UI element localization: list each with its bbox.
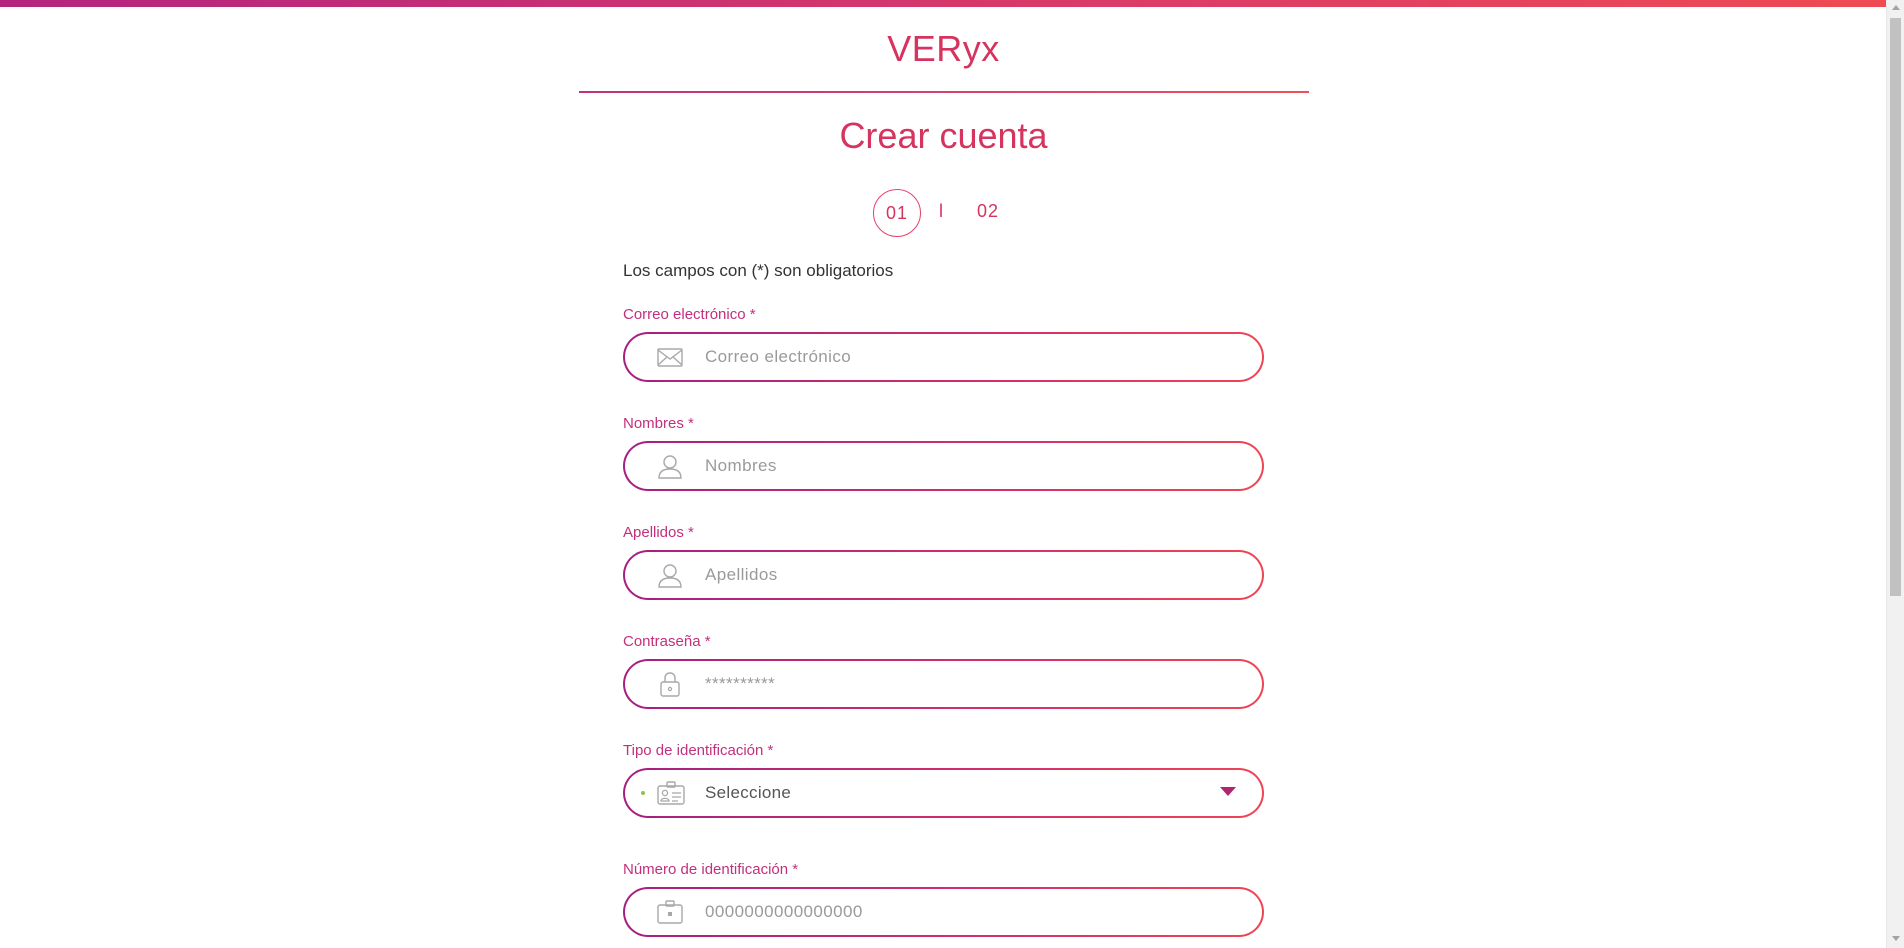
email-field[interactable]: [623, 332, 1264, 382]
first-name-input[interactable]: [705, 443, 1242, 489]
page-title: Crear cuenta: [839, 115, 1048, 156]
scroll-down-arrow-icon[interactable]: [1887, 931, 1904, 948]
id-badge-icon: [656, 898, 684, 926]
id-type-label: Tipo de identificación *: [623, 742, 774, 759]
id-number-label: Número de identificación *: [623, 861, 799, 878]
step-indicator: 01 l 02: [873, 189, 1013, 237]
scrollbar-thumb[interactable]: [1890, 18, 1901, 596]
password-field[interactable]: [623, 659, 1264, 709]
header-divider: [579, 91, 1309, 93]
required-fields-note: Los campos con (*) son obligatorios: [623, 261, 894, 280]
user-icon: [656, 561, 684, 589]
lock-icon: [656, 670, 684, 698]
email-label: Correo electrónico *: [623, 306, 756, 323]
step-next: 02: [977, 201, 1000, 221]
user-icon: [656, 452, 684, 480]
id-type-selected: Seleccione: [705, 783, 792, 802]
step-current: 01: [873, 189, 921, 237]
password-label: Contraseña *: [623, 633, 711, 650]
step-separator: l: [939, 201, 943, 221]
scroll-up-arrow-icon[interactable]: [1887, 0, 1904, 17]
last-name-field[interactable]: [623, 550, 1264, 600]
top-accent-bar: [0, 0, 1904, 7]
id-type-select[interactable]: Seleccione: [623, 768, 1264, 818]
last-name-label: Apellidos *: [623, 524, 694, 541]
chevron-down-icon[interactable]: [1220, 784, 1236, 802]
brand-logo[interactable]: VERyx: [0, 28, 1887, 70]
first-name-field[interactable]: [623, 441, 1264, 491]
id-number-input[interactable]: [705, 889, 1242, 935]
first-name-label: Nombres *: [623, 415, 694, 432]
status-dot: [641, 791, 645, 795]
id-card-icon: [656, 779, 685, 807]
password-input[interactable]: [705, 661, 1242, 707]
email-input[interactable]: [705, 334, 1242, 380]
last-name-input[interactable]: [705, 552, 1242, 598]
vertical-scrollbar[interactable]: [1886, 0, 1904, 948]
id-number-field[interactable]: [623, 887, 1264, 937]
envelope-icon: [656, 343, 684, 371]
